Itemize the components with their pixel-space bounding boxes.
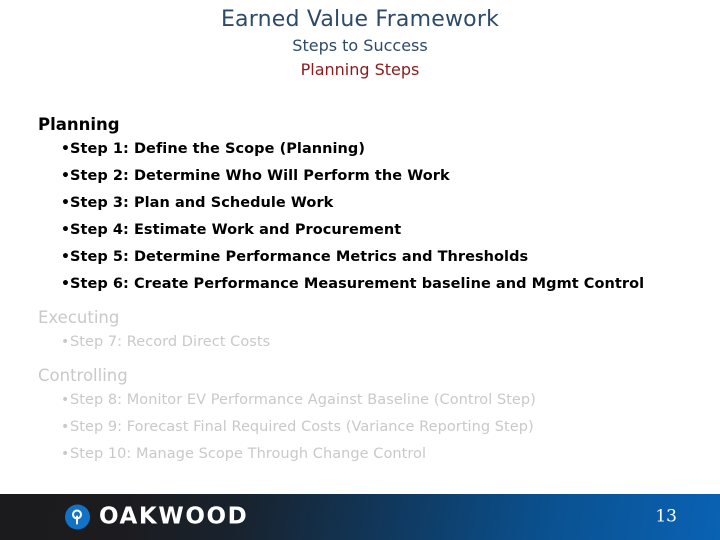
list-item-label: Step 9: Forecast Final Required Costs (V… [70,419,534,435]
slide-section-label: Planning Steps [300,60,420,79]
list-item: • Step 3: Plan and Schedule Work [0,195,720,222]
list-item: • Step 1: Define the Scope (Planning) [0,141,720,168]
list-item-label: Step 3: Plan and Schedule Work [70,195,334,211]
bullet-icon: • [61,392,70,408]
bullet-icon: • [61,141,70,157]
bullet-icon: • [61,195,70,211]
list-item-label: Step 6: Create Performance Measurement b… [70,276,645,292]
bullet-icon: • [61,446,70,462]
group-planning: Planning • Step 1: Define the Scope (Pla… [0,110,720,303]
bullet-icon: • [61,276,70,292]
group-heading-controlling: Controlling [38,366,128,385]
group-heading-planning: Planning [38,115,120,134]
bullet-icon: • [61,222,70,238]
bullet-icon: • [61,419,70,435]
list-item-label: Step 5: Determine Performance Metrics an… [70,249,529,265]
list-item-label: Step 4: Estimate Work and Procurement [70,222,402,238]
list-item-label: Step 10: Manage Scope Through Change Con… [70,446,427,462]
brand-wordmark: OAKWOOD [99,503,249,530]
list-item: • Step 8: Monitor EV Performance Against… [0,392,720,419]
bullet-icon: • [61,249,70,265]
page-number: 13 [655,506,677,527]
slide-subtitle: Steps to Success [292,36,428,55]
list-item: • Step 10: Manage Scope Through Change C… [0,446,720,473]
slide-title-block: Earned Value Framework Steps to Success … [0,0,720,81]
list-item-label: Step 8: Monitor EV Performance Against B… [70,392,536,408]
list-item-label: Step 1: Define the Scope (Planning) [70,141,366,157]
list-item-label: Step 7: Record Direct Costs [70,334,271,350]
list-item: • Step 5: Determine Performance Metrics … [0,249,720,276]
list-item-label: Step 2: Determine Who Will Perform the W… [70,168,450,184]
brand-logo: OAKWOOD [65,503,249,530]
slide-footer: OAKWOOD 13 [0,494,720,540]
bullet-icon: • [61,168,70,184]
list-item: • Step 4: Estimate Work and Procurement [0,222,720,249]
page-title: Earned Value Framework [220,7,500,32]
bullet-icon: • [61,334,70,350]
group-controlling: Controlling • Step 8: Monitor EV Perform… [0,361,720,473]
group-heading-executing: Executing [38,308,120,327]
slide-body: Planning • Step 1: Define the Scope (Pla… [0,110,720,473]
list-item: • Step 9: Forecast Final Required Costs … [0,419,720,446]
oakwood-logo-icon [65,504,90,530]
list-item: • Step 7: Record Direct Costs [0,334,720,361]
list-item: • Step 2: Determine Who Will Perform the… [0,168,720,195]
list-item: • Step 6: Create Performance Measurement… [0,276,720,303]
group-executing: Executing • Step 7: Record Direct Costs [0,303,720,361]
